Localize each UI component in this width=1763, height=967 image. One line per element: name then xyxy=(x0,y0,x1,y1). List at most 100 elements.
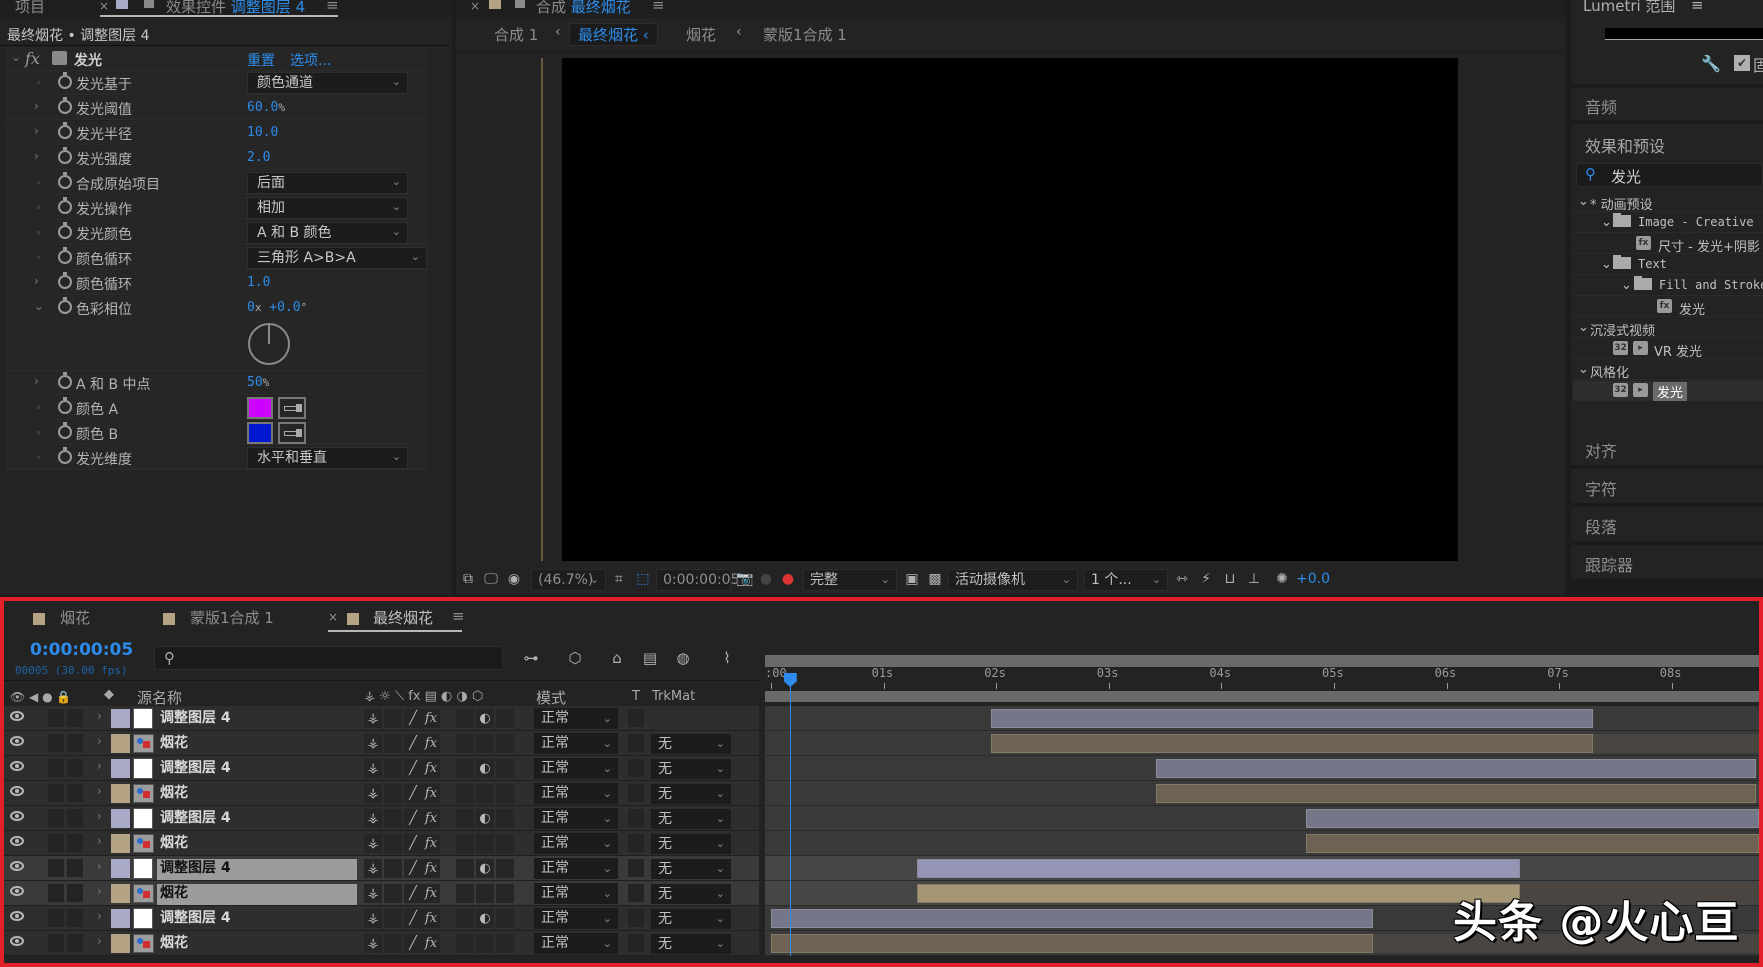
tree-item[interactable]: fx 发光 xyxy=(1573,297,1763,318)
layer-row[interactable]: › 调整图层 4 ⚶ ╱ fx ◐ 正常 ⌄ xyxy=(4,706,759,731)
collapse-switch[interactable] xyxy=(384,709,402,728)
glow-radius-value[interactable]: 10.0 xyxy=(247,125,278,140)
twirl-right-icon[interactable]: › xyxy=(34,99,39,113)
frame-blend-switch[interactable] xyxy=(456,759,474,778)
stopwatch-icon[interactable] xyxy=(58,122,72,139)
label-color-swatch[interactable] xyxy=(111,834,130,853)
collapse-switch[interactable] xyxy=(384,734,402,753)
frame-blend-switch[interactable] xyxy=(456,834,474,853)
3d-layer-switch[interactable] xyxy=(496,909,514,928)
layer-search-input[interactable]: ⚲ xyxy=(154,646,503,670)
twirl-right-icon[interactable]: › xyxy=(97,859,102,873)
eye-icon[interactable] xyxy=(10,911,24,921)
twirl-right-icon[interactable]: › xyxy=(97,784,102,798)
adjustment-switch[interactable] xyxy=(476,784,494,803)
frame-blend-switch[interactable] xyxy=(456,709,474,728)
composite-original-dropdown[interactable]: 后面 ⌄ xyxy=(247,172,408,194)
collapse-switch[interactable] xyxy=(384,809,402,828)
lock-toggle[interactable] xyxy=(67,834,83,852)
color-looping-dropdown[interactable]: 三角形 A>B>A ⌄ xyxy=(247,247,427,269)
toggle-pixel-aspect-icon[interactable]: ⇿ xyxy=(1174,572,1190,587)
3d-layer-switch[interactable] xyxy=(496,834,514,853)
eyedropper-icon[interactable] xyxy=(278,397,306,419)
layer-duration-bar[interactable] xyxy=(1156,784,1757,803)
adjustment-switch[interactable] xyxy=(476,934,494,953)
stopwatch-icon[interactable] xyxy=(58,422,72,439)
work-area-bar[interactable] xyxy=(765,655,1759,667)
twirl-right-icon[interactable]: › xyxy=(34,274,39,288)
layer-duration-bar[interactable] xyxy=(1305,809,1759,828)
label-color-swatch[interactable] xyxy=(111,759,130,778)
stopwatch-icon[interactable] xyxy=(58,397,72,414)
current-time-field[interactable]: 0:00:00:05 xyxy=(656,569,740,591)
reset-exposure-icon[interactable]: ✺ xyxy=(1274,572,1290,587)
preserve-transparency-toggle[interactable] xyxy=(628,909,644,927)
layer-duration-bar[interactable] xyxy=(990,709,1593,728)
frame-blend-switch[interactable] xyxy=(456,859,474,878)
layer-duration-bar[interactable] xyxy=(990,734,1593,753)
tab-composition[interactable]: 合成 最终烟花 xyxy=(536,0,631,17)
timeline-tab-fireworks[interactable]: 烟花 xyxy=(60,607,90,628)
solo-toggle[interactable] xyxy=(48,759,64,777)
quality-switch-icon[interactable]: ╱ xyxy=(404,759,422,778)
glow-dimensions-dropdown[interactable]: 水平和垂直 ⌄ xyxy=(247,447,408,469)
blend-mode-dropdown[interactable]: 正常 ⌄ xyxy=(534,783,618,804)
resolution-dropdown[interactable]: 完整 ⌄ xyxy=(803,569,897,591)
close-tab-icon[interactable]: × xyxy=(470,0,480,13)
eye-icon[interactable] xyxy=(10,811,24,821)
twirl-right-icon[interactable]: › xyxy=(97,884,102,898)
stopwatch-icon[interactable] xyxy=(58,447,72,464)
layer-name[interactable]: 烟花 xyxy=(157,934,357,955)
blend-mode-dropdown[interactable]: 正常 ⌄ xyxy=(534,833,618,854)
fx-switch-icon[interactable]: fx xyxy=(422,834,440,853)
stopwatch-icon[interactable] xyxy=(58,247,72,264)
breadcrumb-comp1[interactable]: 合成 1 xyxy=(494,24,538,45)
solo-toggle[interactable] xyxy=(48,884,64,902)
label-color-swatch[interactable] xyxy=(111,859,130,878)
twirl-down-icon[interactable]: ⌄ xyxy=(34,299,44,313)
flowchart-icon[interactable]: ⊥ xyxy=(1246,572,1262,587)
layer-row[interactable]: › 调整图层 4 ⚶ ╱ fx ◐ 正常 ⌄ 无 ⌄ xyxy=(4,856,759,881)
blend-mode-dropdown[interactable]: 正常 ⌄ xyxy=(534,858,618,879)
lock-toggle[interactable] xyxy=(67,859,83,877)
source-name-header[interactable]: 源名称 xyxy=(137,687,182,708)
blend-mode-dropdown[interactable]: 正常 ⌄ xyxy=(534,908,618,929)
align-panel[interactable]: 对齐 xyxy=(1571,431,1763,465)
composition-canvas[interactable] xyxy=(562,58,1458,561)
close-tab-icon[interactable]: × xyxy=(328,610,338,624)
lock-icon[interactable] xyxy=(515,0,525,8)
collapse-switch[interactable] xyxy=(384,834,402,853)
glow-intensity-value[interactable]: 2.0 xyxy=(247,150,270,165)
solo-toggle[interactable] xyxy=(48,859,64,877)
solo-toggle[interactable] xyxy=(48,809,64,827)
lock-toggle[interactable] xyxy=(67,784,83,802)
layer-row[interactable]: › 调整图层 4 ⚶ ╱ fx ◐ 正常 ⌄ 无 ⌄ xyxy=(4,756,759,781)
layer-duration-bar[interactable] xyxy=(1156,759,1757,778)
snapshot-camera-icon[interactable]: 📷 xyxy=(736,572,753,587)
zoom-dropdown[interactable]: (46.7%) ⌄ xyxy=(531,569,606,591)
quality-switch-icon[interactable]: ╱ xyxy=(404,809,422,828)
layer-duration-bar[interactable] xyxy=(771,909,1374,928)
mask-path-icon[interactable]: ⬚ xyxy=(635,572,651,587)
3d-layer-switch[interactable] xyxy=(496,759,514,778)
label-color-swatch[interactable] xyxy=(111,734,130,753)
fast-previews-icon[interactable]: ⚡ xyxy=(1198,572,1214,587)
tree-item[interactable]: ⌄ Fill and Stroke xyxy=(1573,276,1763,296)
eye-icon[interactable] xyxy=(10,836,24,846)
eye-icon[interactable] xyxy=(10,711,24,721)
twirl-right-icon[interactable]: › xyxy=(97,759,102,773)
show-snapshot-icon[interactable]: ● xyxy=(758,572,774,587)
quality-switch-icon[interactable]: ╱ xyxy=(404,909,422,928)
motion-blur-icon[interactable]: ◍ xyxy=(672,649,694,669)
quality-switch-icon[interactable]: ╱ xyxy=(404,734,422,753)
twirl-right-icon[interactable]: › xyxy=(34,124,39,138)
layer-name[interactable]: 调整图层 4 xyxy=(157,859,357,880)
frame-blend-switch[interactable] xyxy=(456,784,474,803)
timeline-tab-mask-comp[interactable]: 蒙版1合成 1 xyxy=(190,607,274,628)
track-matte-dropdown[interactable]: 无 ⌄ xyxy=(651,784,731,804)
exposure-value[interactable]: +0.0 xyxy=(1296,571,1330,587)
layer-row[interactable]: › 烟花 ⚶ ╱ fx 正常 ⌄ 无 ⌄ xyxy=(4,831,759,856)
layer-name[interactable]: 烟花 xyxy=(157,884,357,905)
fx-switch-icon[interactable]: fx xyxy=(422,709,440,728)
transparency-grid-icon[interactable]: ▩ xyxy=(927,572,943,587)
